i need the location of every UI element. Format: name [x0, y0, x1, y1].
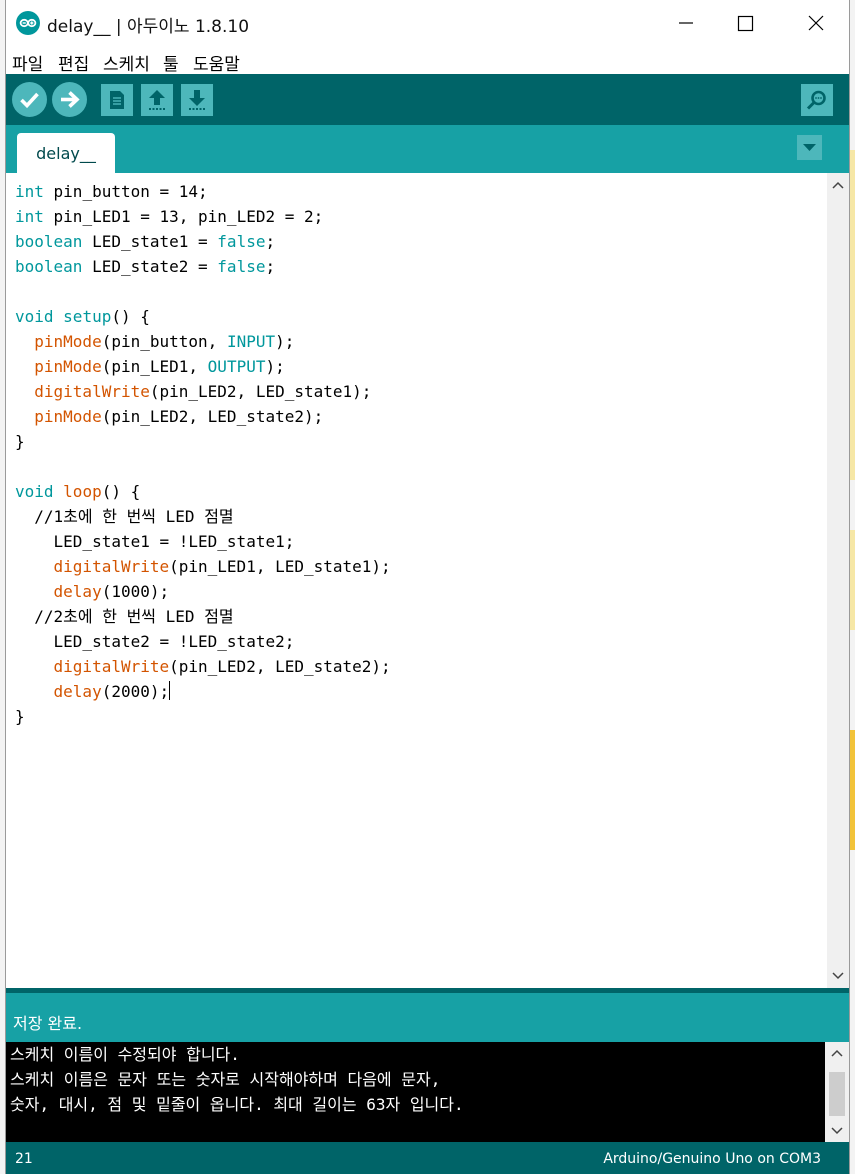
- code-line: int pin_button = 14;: [15, 182, 208, 201]
- code-line: pinMode(pin_LED1, OUTPUT);: [34, 357, 285, 376]
- console-line: 숫자, 대시, 점 및 밑줄이 옵니다. 최대 길이는 63자 입니다.: [10, 1095, 464, 1114]
- code-line: //2초에 한 번씩 LED 점멸: [15, 607, 234, 626]
- close-button[interactable]: [793, 0, 839, 46]
- code-line: digitalWrite(pin_LED2, LED_state2);: [53, 657, 391, 676]
- menu-sketch[interactable]: 스케치: [103, 50, 150, 75]
- code-line: pinMode(pin_LED2, LED_state2);: [34, 407, 324, 426]
- console-output[interactable]: 스케치 이름이 수정되야 합니다. 스케치 이름은 문자 또는 숫자로 시작해야…: [6, 1042, 825, 1142]
- code-line: void setup() {: [15, 307, 150, 326]
- code-line: delay(1000);: [53, 582, 170, 601]
- menu-edit[interactable]: 편집: [58, 50, 89, 75]
- code-line: void loop() {: [15, 482, 141, 501]
- serial-monitor-button[interactable]: [801, 84, 833, 116]
- code-editor[interactable]: int pin_button = 14; int pin_LED1 = 13, …: [6, 173, 827, 988]
- maximize-icon: [737, 15, 754, 32]
- background-highlight: [850, 150, 855, 480]
- code-line: //1초에 한 번씩 LED 점멸: [15, 507, 234, 526]
- tab-delay[interactable]: delay__: [17, 133, 115, 173]
- tab-bar: delay__: [6, 125, 849, 173]
- code-line: boolean LED_state1 = false;: [15, 232, 276, 251]
- code-text[interactable]: int pin_button = 14; int pin_LED1 = 13, …: [15, 179, 391, 729]
- board-info: Arduino/Genuino Uno on COM3: [603, 1151, 821, 1167]
- magnifier-icon: [806, 90, 826, 110]
- code-line: pinMode(pin_button, INPUT);: [34, 332, 295, 351]
- new-sketch-button[interactable]: [101, 84, 133, 116]
- chevron-up-icon[interactable]: [831, 1049, 843, 1057]
- status-bar: 저장 완료.: [6, 988, 849, 1042]
- editor-scrollbar[interactable]: [827, 173, 849, 988]
- code-line: digitalWrite(pin_LED2, LED_state1);: [34, 382, 372, 401]
- background-highlight: [850, 530, 855, 630]
- code-line: delay(2000);: [53, 681, 171, 701]
- background-window-strip-right: [850, 0, 855, 1174]
- code-line: }: [15, 432, 25, 451]
- minimize-button[interactable]: [663, 0, 709, 46]
- console-line: 스케치 이름이 수정되야 합니다.: [10, 1045, 240, 1064]
- toolbar: [6, 74, 849, 125]
- upload-arrow-icon: [149, 90, 165, 110]
- minimize-icon: [679, 22, 693, 24]
- code-line: boolean LED_state2 = false;: [15, 257, 276, 276]
- background-highlight: [850, 730, 855, 850]
- upload-button[interactable]: [52, 82, 87, 117]
- verify-button[interactable]: [12, 82, 47, 117]
- tab-label: delay__: [36, 144, 96, 163]
- chevron-down-icon[interactable]: [832, 972, 844, 980]
- menu-help[interactable]: 도움말: [193, 50, 240, 75]
- status-divider[interactable]: [6, 988, 849, 993]
- new-file-icon: [110, 91, 124, 109]
- code-line: digitalWrite(pin_LED1, LED_state1);: [53, 557, 391, 576]
- console-scroll-thumb[interactable]: [829, 1072, 845, 1116]
- save-sketch-button[interactable]: [181, 84, 213, 116]
- arduino-ide-window: delay__ | 아두이노 1.8.10 파일 편집 스케치 툴 도움말 de…: [5, 0, 850, 1174]
- maximize-button[interactable]: [722, 0, 768, 46]
- status-message: 저장 완료.: [13, 1014, 83, 1033]
- code-line: LED_state2 = !LED_state2;: [15, 632, 295, 651]
- open-sketch-button[interactable]: [141, 84, 173, 116]
- arrow-right-icon: [61, 91, 80, 108]
- console-scrollbar[interactable]: [825, 1042, 849, 1142]
- tab-menu-button[interactable]: [797, 135, 822, 160]
- chevron-up-icon[interactable]: [832, 181, 844, 189]
- footer-bar: 21 Arduino/Genuino Uno on COM3: [6, 1142, 849, 1174]
- code-line: LED_state1 = !LED_state1;: [15, 532, 295, 551]
- window-title: delay__ | 아두이노 1.8.10: [47, 17, 250, 37]
- arduino-logo-icon: [16, 11, 40, 35]
- close-icon: [808, 15, 824, 31]
- title-bar[interactable]: delay__ | 아두이노 1.8.10: [6, 0, 849, 46]
- console-line: 스케치 이름은 문자 또는 숫자로 시작해야하며 다음에 문자,: [10, 1070, 441, 1089]
- triangle-down-icon: [803, 144, 816, 151]
- download-arrow-icon: [189, 90, 205, 110]
- menu-file[interactable]: 파일: [12, 50, 43, 75]
- checkmark-icon: [20, 92, 39, 109]
- code-line: }: [15, 707, 25, 726]
- menu-bar: 파일 편집 스케치 툴 도움말: [6, 46, 849, 75]
- code-line: int pin_LED1 = 13, pin_LED2 = 2;: [15, 207, 324, 226]
- console-text: 스케치 이름이 수정되야 합니다. 스케치 이름은 문자 또는 숫자로 시작해야…: [10, 1042, 464, 1117]
- text-cursor: [169, 681, 171, 700]
- chevron-down-icon[interactable]: [831, 1127, 843, 1135]
- menu-tools[interactable]: 툴: [163, 50, 179, 75]
- line-number: 21: [15, 1151, 33, 1167]
